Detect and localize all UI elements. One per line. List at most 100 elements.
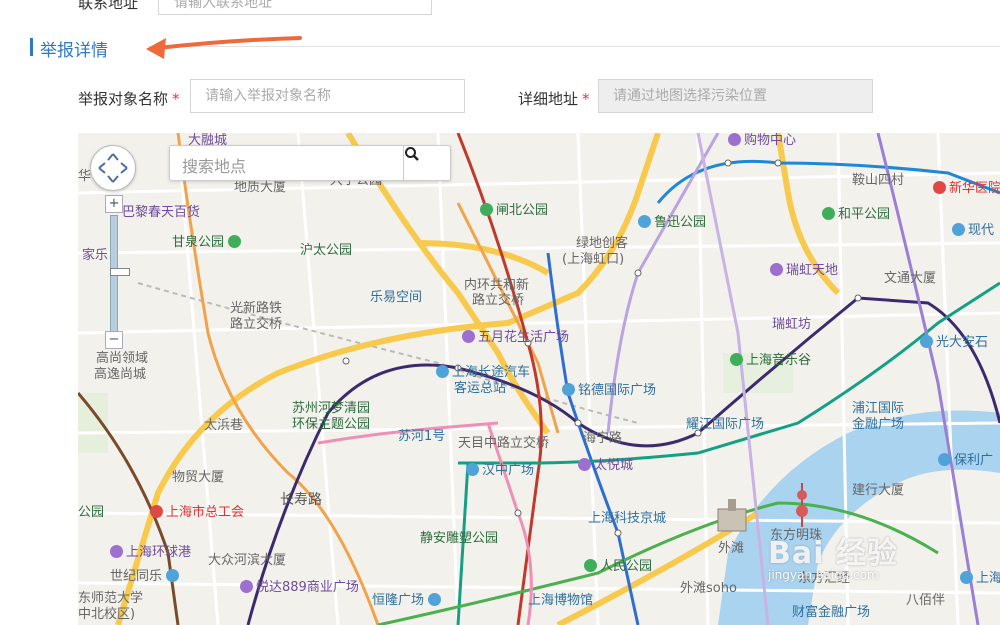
poi-label: 和平公园 bbox=[822, 207, 890, 222]
poi-label: 瑞虹天地 bbox=[770, 263, 838, 278]
zoom-out-button[interactable]: − bbox=[105, 331, 123, 349]
map-zoom-control: + − bbox=[105, 195, 130, 355]
shop-icon bbox=[110, 545, 123, 558]
poi-label: 耀江国际广场 bbox=[686, 417, 765, 432]
building-icon bbox=[960, 571, 973, 584]
building-icon bbox=[920, 335, 933, 348]
place-icon bbox=[638, 215, 651, 228]
map-view[interactable]: 大融城 购物中心 华 地质大厦 大宁公园 鞍山四村 新华医院 巴黎春天百货 闸北… bbox=[78, 133, 1000, 625]
poi-label: 高逸尚城 bbox=[94, 367, 147, 382]
shop-icon bbox=[728, 133, 741, 146]
metro-icon bbox=[466, 463, 479, 476]
building-icon bbox=[428, 593, 442, 606]
target-name-input[interactable]: 请输入举报对象名称 bbox=[190, 79, 465, 113]
shop-icon bbox=[240, 580, 253, 593]
poi-label: 悦达889商业广场 bbox=[240, 580, 359, 595]
poi-label: 上海长途汽车 bbox=[436, 365, 530, 380]
poi-label: 客运总站 bbox=[454, 381, 507, 396]
poi-label: 外滩 bbox=[718, 541, 745, 556]
poi-label: 金融广场 bbox=[852, 417, 905, 432]
map-search-input[interactable]: 搜索地点 bbox=[182, 153, 246, 177]
search-icon bbox=[405, 147, 419, 161]
poi-label: 海宁路 bbox=[583, 431, 623, 446]
poi-label: 沪太公园 bbox=[300, 243, 353, 258]
poi-label: 上海音乐谷 bbox=[730, 353, 811, 368]
poi-label: 静安雕塑公园 bbox=[420, 531, 499, 546]
building-icon bbox=[562, 383, 575, 396]
poi-label: 文通大厦 bbox=[884, 271, 937, 286]
park-icon bbox=[584, 559, 597, 572]
poi-label: 内环共和新 bbox=[464, 278, 530, 293]
poi-label: 苏州河梦清园 bbox=[292, 401, 371, 416]
contact-address-label: 联系地址 bbox=[78, 0, 139, 12]
park-icon bbox=[822, 207, 835, 220]
poi-label: 鲁迅公园 bbox=[638, 215, 706, 230]
shop-icon bbox=[462, 330, 475, 343]
poi-label: 巴黎春天百货 bbox=[122, 205, 201, 220]
poi-label: 物贸大厦 bbox=[172, 470, 225, 485]
poi-label: 甘泉公园 bbox=[172, 235, 244, 250]
map-search-box: 搜索地点 bbox=[169, 145, 451, 181]
poi-label: 现代 bbox=[952, 223, 994, 238]
poi-label: 鞍山四村 bbox=[852, 173, 905, 188]
poi-label: 太浜巷 bbox=[204, 418, 244, 433]
poi-label: 路立交桥 bbox=[230, 317, 283, 332]
poi-label: 苏河1号 bbox=[398, 429, 446, 444]
poi-label: 光新路铁 bbox=[230, 301, 283, 316]
pearl-tower-icon bbox=[796, 483, 808, 527]
poi-label: 购物中心 bbox=[728, 133, 796, 148]
target-name-label: 举报对象名称 * bbox=[78, 90, 180, 108]
road-label: 长寿路 bbox=[280, 492, 322, 508]
map-pan-control[interactable] bbox=[90, 145, 136, 191]
address-input[interactable]: 请通过地图选择污染位置 bbox=[598, 79, 873, 113]
hospital-icon bbox=[933, 181, 946, 194]
poi-label: (上海虹口) bbox=[562, 252, 625, 267]
place-icon bbox=[166, 569, 180, 582]
poi-label: 环保主题公园 bbox=[292, 417, 371, 432]
zoom-slider-handle[interactable] bbox=[110, 268, 130, 276]
poi-label: 闸北公园 bbox=[480, 203, 548, 218]
poi-label: 汉中广场 bbox=[466, 463, 534, 478]
poi-label: 太悦城 bbox=[578, 458, 633, 473]
zoom-slider-track[interactable] bbox=[110, 215, 130, 333]
poi-label: 东师范大学 bbox=[78, 591, 144, 606]
poi-label: 八佰伴 bbox=[906, 593, 946, 608]
park-icon bbox=[228, 235, 242, 248]
poi-label: 外滩soho bbox=[680, 581, 737, 596]
poi-label: 上海环球港 bbox=[110, 545, 191, 560]
poi-label: 高尚领域 bbox=[96, 351, 149, 366]
poi-label: 绿地创客 bbox=[576, 236, 629, 251]
poi-label: 光大安石 bbox=[920, 335, 988, 350]
poi-label: 瑞虹坊 bbox=[772, 317, 812, 332]
park-icon bbox=[480, 203, 493, 216]
poi-label: 世纪同乐 bbox=[110, 569, 182, 584]
pan-arrows-icon bbox=[98, 153, 128, 183]
poi-label: 保利广 bbox=[938, 453, 993, 468]
shop-icon bbox=[578, 458, 591, 471]
address-label: 详细地址 * bbox=[518, 90, 590, 108]
map-search-button[interactable] bbox=[403, 146, 450, 180]
poi-label: 人民公园 bbox=[584, 559, 652, 574]
building-icon bbox=[952, 223, 965, 236]
zoom-in-button[interactable]: + bbox=[105, 195, 123, 213]
poi-label: 五月花生活广场 bbox=[462, 330, 569, 345]
poi-label: 中北校区) bbox=[78, 607, 136, 622]
poi-label: 上海科技京城 bbox=[588, 511, 667, 526]
section-accent-bar bbox=[30, 38, 33, 56]
watermark: Bai 经验 bbox=[768, 536, 898, 571]
poi-label: 上海市总工会 bbox=[150, 505, 244, 520]
poi-label: 浦江国际 bbox=[852, 401, 905, 416]
poi-label: 上海 bbox=[960, 571, 1000, 586]
poi-label: 公园 bbox=[78, 505, 105, 520]
poi-label: 路立交桥 bbox=[472, 293, 525, 308]
poi-label: 财富金融广场 bbox=[792, 605, 871, 620]
poi-label: 大众河滨大厦 bbox=[208, 553, 287, 568]
contact-address-field: 联系地址 请输入联系地址 bbox=[0, 0, 1000, 18]
poi-label: 建行大厦 bbox=[852, 483, 905, 498]
poi-label: 乐易空间 bbox=[370, 290, 423, 305]
poi-label: 华 bbox=[78, 169, 92, 184]
building-icon bbox=[938, 453, 951, 466]
poi-label: 恒隆广场 bbox=[372, 593, 444, 608]
bund-landmark-icon bbox=[717, 499, 747, 532]
shop-icon bbox=[770, 263, 783, 276]
